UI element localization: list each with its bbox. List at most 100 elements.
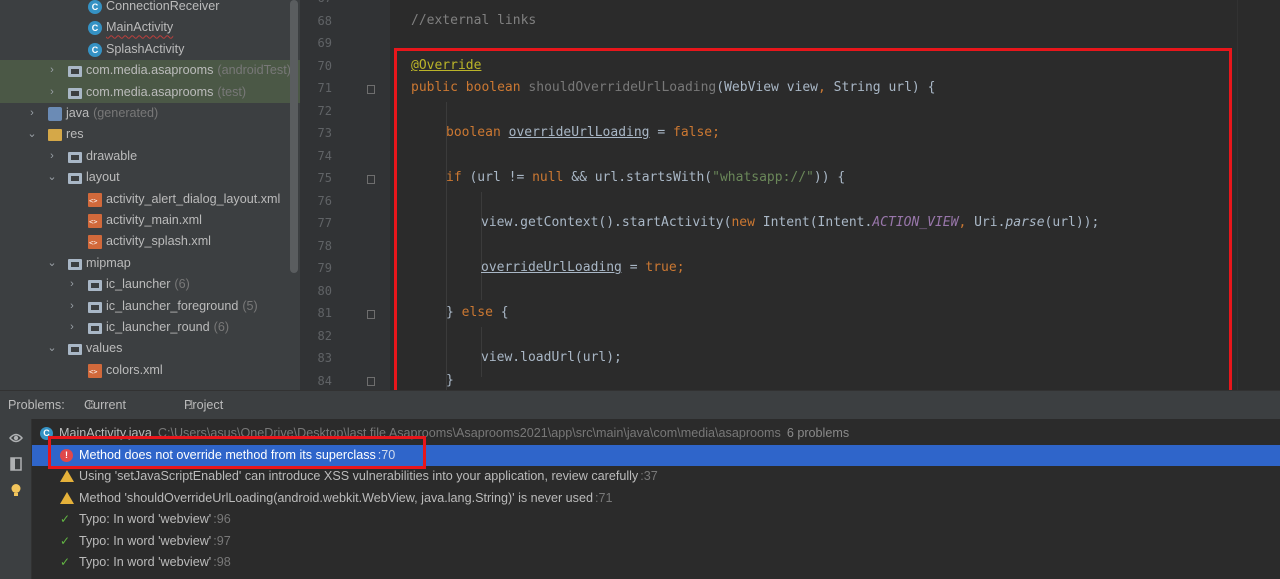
tab-count: 1 xyxy=(188,398,196,412)
chevron-down-icon[interactable]: ⌄ xyxy=(26,124,38,145)
xml-file-icon xyxy=(88,235,102,250)
problem-item[interactable]: ✓ Typo: In word 'webview':96 xyxy=(32,509,1280,531)
warning-icon xyxy=(60,470,74,482)
folder-icon xyxy=(88,323,102,334)
tree-item[interactable]: › ic_launcher_foreground (5) xyxy=(0,296,300,317)
folder-icon xyxy=(68,173,82,185)
lightbulb-icon[interactable] xyxy=(9,483,23,497)
tree-item[interactable]: ⌄ values xyxy=(0,338,300,359)
tree-item[interactable]: activity_main.xml xyxy=(0,210,300,231)
problem-message: Typo: In word 'webview' xyxy=(79,512,212,526)
fold-icon[interactable] xyxy=(367,310,375,319)
warning-icon xyxy=(60,491,74,504)
generated-folder-icon xyxy=(48,107,62,121)
tree-item[interactable]: › com.media.asaprooms (androidTest) xyxy=(0,60,300,82)
chevron-right-icon[interactable]: › xyxy=(66,317,78,338)
tree-item-label: colors.xml xyxy=(106,360,163,381)
tree-item-label: values xyxy=(86,338,122,359)
problem-count: 6 problems xyxy=(786,426,850,440)
fold-icon[interactable] xyxy=(367,175,375,184)
problem-item[interactable]: Using 'setJavaScriptEnabled' can introdu… xyxy=(32,466,1280,488)
problems-toolbar xyxy=(0,419,32,579)
tree-item[interactable]: activity_splash.xml xyxy=(0,231,300,252)
tree-item[interactable]: C MainActivity xyxy=(0,17,300,38)
tree-item[interactable]: › ic_launcher_round (6) xyxy=(0,317,300,338)
package-folder-icon xyxy=(68,66,82,78)
tree-item-label: activity_main.xml xyxy=(106,210,202,231)
tree-item-label: com.media.asaprooms (androidTest) xyxy=(86,60,291,81)
problems-panel: Problems: Current File6 Project Errors1 … xyxy=(0,390,1280,579)
fold-icon[interactable] xyxy=(367,85,375,94)
folder-icon xyxy=(68,151,82,163)
problem-text: Using 'setJavaScriptEnabled' can introdu… xyxy=(79,466,658,488)
line-number: 79 xyxy=(317,261,332,275)
tree-item-text: ic_launcher_round xyxy=(106,320,210,334)
class-icon: C xyxy=(88,21,102,36)
chevron-right-icon[interactable]: › xyxy=(66,274,78,295)
problems-tab-bar: Problems: Current File6 Project Errors1 xyxy=(0,391,1280,440)
eye-icon[interactable] xyxy=(9,431,23,445)
chevron-right-icon[interactable]: › xyxy=(66,296,78,317)
folder-icon xyxy=(88,280,102,292)
line-number: 82 xyxy=(317,328,332,343)
preview-icon[interactable] xyxy=(9,457,23,471)
xml-file-icon xyxy=(88,192,102,207)
folder-icon xyxy=(68,344,82,356)
line-number: 80 xyxy=(317,283,332,298)
tree-item[interactable]: C ConnectionReceiver xyxy=(0,0,300,17)
tree-item-label: ConnectionReceiver xyxy=(106,0,219,17)
tree-item-label: ic_launcher_round (6) xyxy=(106,317,229,338)
tree-item[interactable]: C SplashActivity xyxy=(0,39,300,60)
chevron-down-icon[interactable]: ⌄ xyxy=(46,167,58,188)
tree-item-text: com.media.asaprooms xyxy=(86,63,214,78)
fold-icon[interactable] xyxy=(367,377,375,386)
tree-item-hint: (6) xyxy=(213,320,230,334)
class-icon: C xyxy=(88,42,102,57)
chevron-down-icon[interactable]: ⌄ xyxy=(46,253,58,274)
chevron-down-icon[interactable]: ⌄ xyxy=(46,338,58,359)
tab-count: 6 xyxy=(88,398,96,412)
tree-scrollbar[interactable] xyxy=(290,0,298,273)
problem-item[interactable]: ✓ Typo: In word 'webview':97 xyxy=(32,531,1280,553)
problem-item[interactable]: ✓ Typo: In word 'webview':98 xyxy=(32,552,1280,574)
problem-message: Typo: In word 'webview' xyxy=(79,555,212,569)
tree-item-text: values xyxy=(86,341,123,356)
tree-item[interactable]: colors.xml xyxy=(0,360,300,381)
line-number: 83 xyxy=(317,351,332,365)
tree-item[interactable]: › java (generated) xyxy=(0,103,300,124)
tree-item[interactable]: › drawable xyxy=(0,146,300,167)
tree-item[interactable]: ⌄ mipmap xyxy=(0,253,300,274)
tree-item[interactable]: › com.media.asaprooms (test) xyxy=(0,81,300,103)
tree-item-label: mipmap xyxy=(86,253,131,274)
tree-item[interactable]: › ic_launcher (6) xyxy=(0,274,300,295)
tree-item-text: MainActivity xyxy=(106,20,174,35)
tree-item[interactable]: ⌄ layout xyxy=(0,167,300,188)
tree-item-hint: (androidTest) xyxy=(217,63,291,78)
project-tree[interactable]: C ConnectionReceiver C MainActivity C SplashA… xyxy=(0,0,300,390)
folder-icon xyxy=(88,301,102,313)
typo-check-icon: ✓ xyxy=(60,533,71,548)
line-number: 81 xyxy=(317,306,332,320)
tree-item[interactable]: activity_alert_dialog_layout.xml xyxy=(0,189,300,210)
xml-file-icon xyxy=(88,214,102,228)
chevron-right-icon[interactable]: › xyxy=(26,103,38,124)
problem-location: :96 xyxy=(213,512,231,526)
tree-item-text: res xyxy=(66,127,84,142)
problem-item[interactable]: Method 'shouldOverrideUrlLoading(android… xyxy=(32,488,1280,510)
line-number: 71 xyxy=(317,81,332,95)
error-annotation-box xyxy=(48,436,426,469)
editor-gutter: 67 68 69 70 71 72 73 74 75 76 77 78 79 80 81 82 83 84 xyxy=(300,0,390,390)
tree-item-label: drawable xyxy=(86,146,137,167)
chevron-right-icon[interactable]: › xyxy=(46,146,58,167)
tree-item-label: res xyxy=(66,124,84,145)
chevron-right-icon[interactable]: › xyxy=(46,82,58,103)
chevron-right-icon[interactable]: › xyxy=(46,60,58,81)
tree-item[interactable]: ⌄ res xyxy=(0,124,300,145)
problem-message: Using 'setJavaScriptEnabled' can introdu… xyxy=(79,469,639,483)
tree-item-text: colors.xml xyxy=(106,362,163,377)
tree-item-label: java (generated) xyxy=(66,103,158,124)
line-number: 68 xyxy=(317,13,332,28)
class-icon: C xyxy=(88,0,102,14)
editor-error-stripe[interactable] xyxy=(1237,0,1280,390)
tree-item-text: activity_alert_dialog_layout.xml xyxy=(106,191,281,206)
